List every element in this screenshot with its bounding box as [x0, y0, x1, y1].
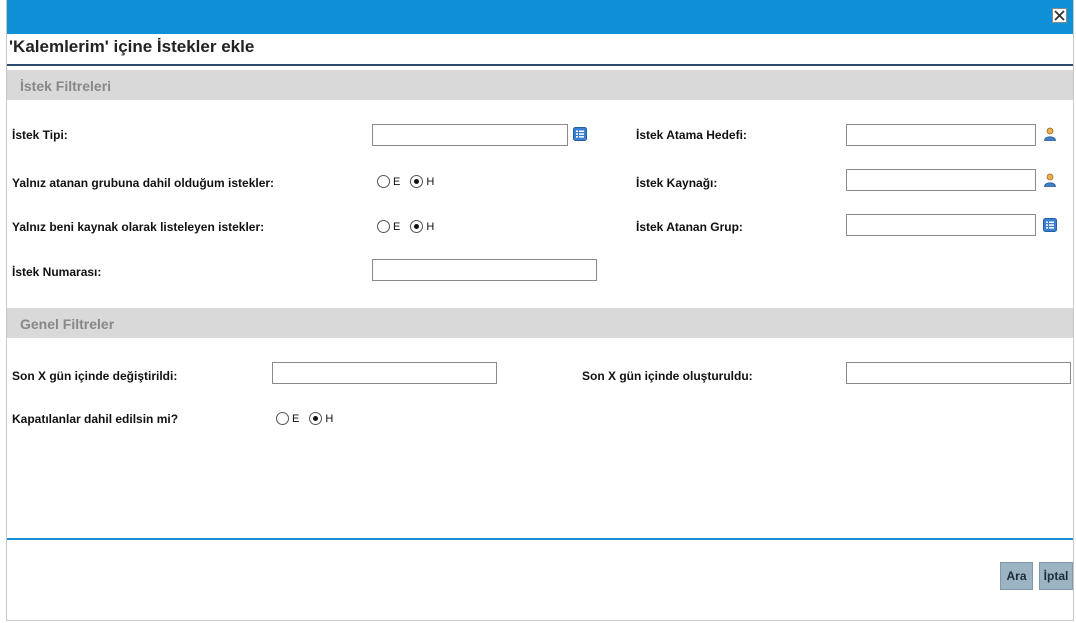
- include-closed-radio-group: E H: [276, 412, 343, 425]
- title-divider: [7, 64, 1073, 66]
- resource-only-no-radio[interactable]: [410, 220, 424, 233]
- modified-days-label: Son X gün içinde değiştirildi:: [12, 369, 178, 383]
- dialog-topbar: [7, 0, 1073, 34]
- user-picker-icon[interactable]: [1043, 173, 1057, 187]
- close-button[interactable]: [1052, 8, 1067, 23]
- assigned-group-input[interactable]: [846, 214, 1036, 236]
- footer-divider: [7, 538, 1073, 540]
- general-filters-header: Genel Filtreler: [7, 308, 1073, 338]
- user-picker-icon[interactable]: [1043, 127, 1057, 141]
- list-picker-icon[interactable]: [1043, 218, 1057, 232]
- created-days-label: Son X gün içinde oluşturuldu:: [582, 369, 753, 383]
- assigned-group-label: İstek Atanan Grup:: [636, 220, 743, 234]
- dialog-title: 'Kalemlerim' içine İstekler ekle: [9, 37, 255, 56]
- resource-label: İstek Kaynağı:: [636, 176, 718, 190]
- add-requests-dialog: 'Kalemlerim' içine İstekler ekle İstek F…: [6, 0, 1074, 621]
- include-closed-yes-radio[interactable]: [276, 412, 289, 425]
- radio-yes-label: E: [292, 412, 300, 425]
- request-number-input[interactable]: [372, 259, 597, 281]
- created-days-input[interactable]: [846, 362, 1071, 384]
- request-filters-header: İstek Filtreleri: [7, 70, 1073, 100]
- assign-target-label: İstek Atama Hedefi:: [636, 128, 747, 142]
- assigned-group-only-no-radio[interactable]: [410, 175, 424, 188]
- resource-input[interactable]: [846, 169, 1036, 191]
- radio-no-label: H: [426, 175, 435, 188]
- resource-only-yes-radio[interactable]: [377, 220, 390, 233]
- list-picker-icon[interactable]: [573, 127, 587, 141]
- assigned-group-only-radio-group: E H: [377, 175, 444, 188]
- include-closed-no-radio[interactable]: [309, 412, 323, 425]
- cancel-button[interactable]: İptal: [1039, 562, 1073, 590]
- assigned-group-only-label: Yalnız atanan grubuna dahil olduğum iste…: [12, 176, 275, 190]
- radio-no-label: H: [426, 220, 435, 233]
- resource-only-label: Yalnız beni kaynak olarak listeleyen ist…: [12, 220, 265, 234]
- close-icon[interactable]: [1053, 9, 1066, 22]
- modified-days-input[interactable]: [272, 362, 497, 384]
- request-number-label: İstek Numarası:: [12, 265, 102, 279]
- assigned-group-only-yes-radio[interactable]: [377, 175, 390, 188]
- request-type-input[interactable]: [372, 124, 568, 146]
- request-type-label: İstek Tipi:: [12, 128, 68, 142]
- request-filters-heading: İstek Filtreleri: [20, 78, 112, 94]
- radio-yes-label: E: [393, 175, 401, 188]
- radio-no-label: H: [325, 412, 334, 425]
- search-button[interactable]: Ara: [1000, 562, 1033, 590]
- radio-yes-label: E: [393, 220, 401, 233]
- general-filters-heading: Genel Filtreler: [20, 316, 115, 332]
- include-closed-label: Kapatılanlar dahil edilsin mi?: [12, 412, 179, 426]
- assign-target-input[interactable]: [846, 124, 1036, 146]
- resource-only-radio-group: E H: [377, 220, 444, 233]
